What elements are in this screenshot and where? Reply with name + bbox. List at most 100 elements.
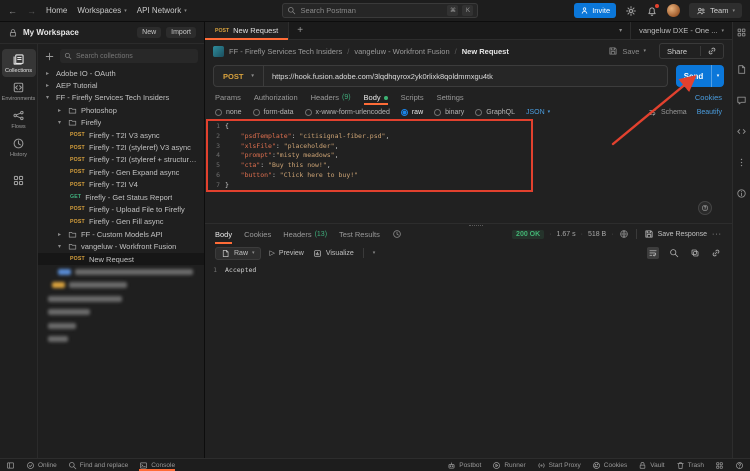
tree-item[interactable]: ▸Adobe IO - OAuth xyxy=(38,67,204,79)
open-request-tab[interactable]: POST New Request xyxy=(205,22,289,39)
body-mode-form-data[interactable]: form-data xyxy=(253,109,294,116)
body-mode-x-www-form-urlencoded[interactable]: x-www-form-urlencoded xyxy=(305,109,390,116)
raw-type-selector[interactable]: JSON ▾ xyxy=(526,109,550,116)
start-proxy-button[interactable]: Start Proxy xyxy=(537,461,581,470)
user-avatar[interactable] xyxy=(667,4,680,17)
related-requests-icon[interactable] xyxy=(736,157,747,168)
chevron-icon[interactable]: ▾ xyxy=(58,119,64,126)
request-tab-headers[interactable]: Headers(9) xyxy=(311,90,351,105)
runner-button[interactable]: Runner xyxy=(492,461,525,470)
url-input[interactable]: https://hook.fusion.adobe.com/3lqdhqyrox… xyxy=(264,72,501,81)
tree-item[interactable]: ▾FF - Firefly Services Tech Insiders xyxy=(38,92,204,104)
save-response-button[interactable]: Save Response xyxy=(644,229,707,239)
method-selector[interactable]: POST ▾ xyxy=(214,66,264,86)
json-body[interactable]: { "psdTemplate": "citisignal-fiber.psd",… xyxy=(225,122,732,223)
tree-item[interactable]: GETFirefly - Get Status Report xyxy=(38,191,204,203)
toggle-sidebar-icon[interactable] xyxy=(6,459,15,471)
tree-item[interactable]: ▸Photoshop xyxy=(38,104,204,116)
response-view-raw[interactable]: Raw ▾ xyxy=(215,247,261,260)
chevron-down-icon[interactable]: ▾ xyxy=(373,250,376,256)
rail-item-history[interactable]: History xyxy=(2,133,36,161)
help-icon[interactable] xyxy=(735,461,744,470)
find-and-replace[interactable]: Find and replace xyxy=(68,459,128,471)
forward-arrow[interactable]: → xyxy=(27,6,36,16)
request-tab-authorization[interactable]: Authorization xyxy=(254,90,298,105)
chevron-icon[interactable]: ▸ xyxy=(46,82,52,89)
import-button[interactable]: Import xyxy=(166,27,196,38)
link-icon[interactable] xyxy=(700,46,717,56)
collections-search-input[interactable]: Search collections xyxy=(60,49,198,63)
new-tab-button[interactable]: + xyxy=(289,22,311,39)
schema-button[interactable]: Schema xyxy=(648,108,687,117)
resize-handle[interactable] xyxy=(469,225,483,227)
chevron-icon[interactable]: ▸ xyxy=(58,231,64,238)
postbot-help-icon[interactable] xyxy=(698,201,712,215)
cookies-button[interactable]: Cookies xyxy=(592,461,627,470)
cookies-link[interactable]: Cookies xyxy=(695,93,722,102)
tree-item[interactable]: POSTFirefly - Gen Expand async xyxy=(38,166,204,178)
home-link[interactable]: Home xyxy=(46,6,67,15)
rail-item-collections[interactable]: Collections xyxy=(2,49,36,77)
api-network-menu[interactable]: API Network▾ xyxy=(137,6,187,15)
notifications-bell-icon[interactable] xyxy=(646,5,658,17)
search-response-icon[interactable] xyxy=(668,247,680,259)
online-status[interactable]: Online xyxy=(26,459,57,471)
rail-item-flows[interactable]: Flows xyxy=(2,105,36,133)
chevron-icon[interactable]: ▸ xyxy=(58,107,64,114)
breadcrumb-folder[interactable]: vangeluw - Workfront Fusion xyxy=(354,47,449,56)
global-search-input[interactable]: Search Postman ⌘ K xyxy=(282,3,478,18)
scroll-link-icon[interactable] xyxy=(710,247,722,259)
new-button[interactable]: New xyxy=(137,27,161,38)
chevron-icon[interactable]: ▾ xyxy=(46,94,52,101)
layout-grid-icon[interactable] xyxy=(715,461,724,470)
wrap-text-icon[interactable] xyxy=(647,247,659,259)
response-view-visualize[interactable]: Visualize xyxy=(313,249,354,258)
tab-options-chevron[interactable]: ▾ xyxy=(611,27,630,34)
network-icon[interactable] xyxy=(619,229,629,239)
env-quick-look-icon[interactable] xyxy=(736,27,747,38)
chevron-icon[interactable]: ▾ xyxy=(58,243,64,250)
tree-item[interactable]: ▾Firefly xyxy=(38,117,204,129)
copy-icon[interactable] xyxy=(689,247,701,259)
body-mode-none[interactable]: none xyxy=(215,109,242,116)
tree-item[interactable]: POSTFirefly - T2I V3 async xyxy=(38,129,204,141)
console-button[interactable]: Console xyxy=(139,459,175,471)
beautify-link[interactable]: Beautify xyxy=(697,109,722,116)
response-body[interactable]: 1 Accepted xyxy=(205,262,732,458)
response-view-preview[interactable]: ▷Preview xyxy=(270,249,304,257)
invite-button[interactable]: Invite xyxy=(574,3,616,18)
team-button[interactable]: Team ▾ xyxy=(689,3,742,18)
request-tab-settings[interactable]: Settings xyxy=(437,90,464,105)
code-snippet-icon[interactable] xyxy=(736,126,747,137)
tree-item[interactable]: POSTFirefly - T2I (styleref) V3 async xyxy=(38,141,204,153)
body-mode-raw[interactable]: raw xyxy=(401,109,423,116)
response-more-menu[interactable]: ··· xyxy=(712,231,722,238)
share-button[interactable]: Share xyxy=(659,43,724,59)
back-arrow[interactable]: ← xyxy=(8,6,17,16)
body-mode-graphql[interactable]: GraphQL xyxy=(475,109,515,116)
response-tab-headers[interactable]: Headers(13) xyxy=(283,224,327,244)
add-collection-icon[interactable] xyxy=(44,51,55,62)
body-mode-binary[interactable]: binary xyxy=(434,109,464,116)
tree-item[interactable]: POSTFirefly - T2I (styleref + structurer… xyxy=(38,154,204,166)
tree-item[interactable]: POSTFirefly - Upload File to Firefly xyxy=(38,203,204,215)
response-tab-cookies[interactable]: Cookies xyxy=(244,224,271,244)
response-tab-test-results[interactable]: Test Results xyxy=(339,224,380,244)
more-tools-icon[interactable] xyxy=(12,174,25,187)
info-icon[interactable] xyxy=(736,188,747,199)
save-button[interactable]: Save ▾ xyxy=(608,46,646,56)
postbot-button[interactable]: Postbot xyxy=(447,461,481,470)
tree-item[interactable]: ▸AEP Tutorial xyxy=(38,79,204,91)
request-tab-scripts[interactable]: Scripts xyxy=(401,90,424,105)
send-button[interactable]: Send ▾ xyxy=(676,65,724,87)
request-tab-body[interactable]: Body xyxy=(364,90,388,105)
documentation-icon[interactable] xyxy=(736,64,747,75)
tree-item[interactable]: POSTFirefly - T2I V4 xyxy=(38,179,204,191)
breadcrumb-collection[interactable]: FF - Firefly Services Tech Insiders xyxy=(229,47,342,56)
rail-item-environments[interactable]: Environments xyxy=(2,77,36,105)
response-history-icon[interactable] xyxy=(392,229,402,239)
environment-selector[interactable]: vangeluw DXE - One ... ▾ xyxy=(630,22,732,39)
comments-icon[interactable] xyxy=(736,95,747,106)
request-tab-params[interactable]: Params xyxy=(215,90,241,105)
chevron-icon[interactable]: ▸ xyxy=(46,70,52,77)
